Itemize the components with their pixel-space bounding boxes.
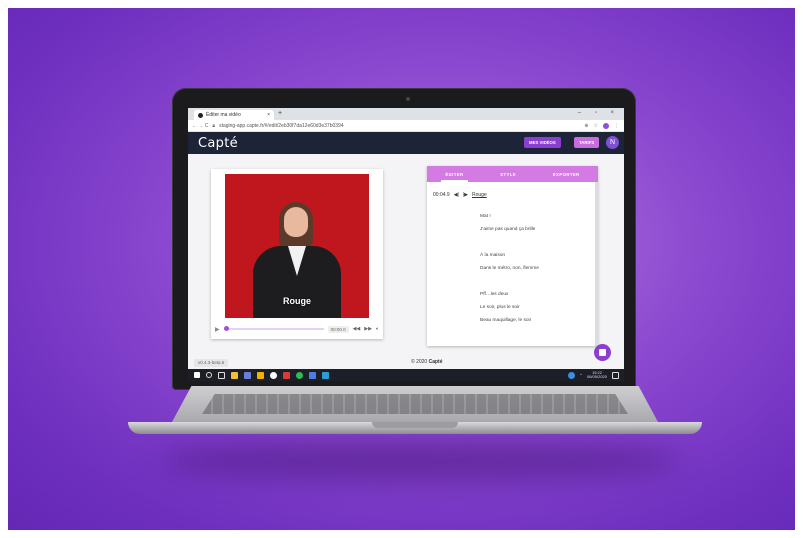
app-icon[interactable] [309, 371, 316, 379]
editor-scrollbar[interactable] [595, 182, 598, 346]
notifications-icon[interactable] [612, 371, 619, 379]
subtitle-line[interactable]: Dans le métro, non, flemme [480, 266, 539, 279]
new-tab-button[interactable]: + [278, 110, 282, 117]
search-icon[interactable] [206, 372, 212, 378]
volume-icon[interactable]: 🔈︎ [376, 326, 379, 332]
subtitle-line[interactable]: À la maison [480, 253, 539, 266]
star-icon[interactable]: ☆ [594, 123, 598, 129]
my-videos-button[interactable]: MES VIDÉOS [524, 137, 561, 148]
webcam [406, 97, 410, 101]
editor-tabs: ÉDITER STYLE EXPORTER [427, 166, 598, 182]
subtitle-line[interactable]: Le soir, plus le soir [480, 305, 539, 318]
app-logo[interactable]: Capté [198, 136, 238, 151]
video-frame[interactable]: Rouge [225, 174, 369, 318]
copyright: © 2020 Capté [411, 359, 443, 365]
current-time: 00:04.9 [433, 192, 450, 198]
subtitle-line[interactable]: Pff…les deux [480, 292, 539, 305]
laptop-notch [372, 422, 458, 428]
subtitle-line[interactable]: J'aime pas quand ça brille [480, 227, 539, 240]
laptop-shadow [160, 440, 680, 480]
tab-close-icon[interactable]: × [267, 112, 270, 118]
sticky-notes-icon[interactable] [257, 371, 264, 379]
subtitle-line[interactable] [480, 240, 539, 253]
clock-date: 06/05/2020 [586, 374, 607, 379]
favicon-icon [198, 112, 203, 118]
current-word[interactable]: Rouge [472, 192, 487, 198]
clock[interactable]: 15:22 06/05/2020 [587, 371, 607, 379]
tab-edit[interactable]: ÉDITER [441, 172, 468, 182]
subtitle-line[interactable] [480, 279, 539, 292]
person-face [284, 207, 308, 237]
prev-word-icon[interactable]: ◀| [454, 192, 459, 198]
extension-icon[interactable] [603, 122, 609, 129]
system-tray: ^ 15:22 06/05/2020 [568, 371, 624, 379]
nav-buttons[interactable]: ← → C [192, 123, 208, 129]
pricing-button[interactable]: TARIFS [574, 137, 600, 148]
url-field[interactable]: staging-app.capte.fr/#/edit/2eb30f7da12e… [219, 123, 344, 129]
menu-icon[interactable]: ⋮ [614, 123, 619, 129]
subtitle-editor: ÉDITER STYLE EXPORTER 00:04.9 ◀| |▶ Roug… [427, 166, 598, 346]
task-view-icon[interactable] [218, 371, 225, 379]
tab-export[interactable]: EXPORTER [553, 172, 580, 177]
version-badge: v0.4.3-beta.5 [194, 359, 229, 367]
subtitle-lines: Mat ! J'aime pas quand ça brille À la ma… [480, 214, 539, 331]
avatar[interactable]: N [606, 136, 619, 149]
progress-knob[interactable] [223, 326, 229, 331]
chat-button[interactable] [594, 344, 611, 361]
progress-track[interactable] [223, 326, 324, 331]
chat-icon [599, 349, 606, 356]
subtitle-line[interactable]: Mat ! [480, 214, 539, 227]
browser-tab[interactable]: Éditer ma vidéo × [194, 110, 274, 120]
play-icon[interactable]: ▶ [215, 326, 220, 333]
app-icon[interactable] [283, 371, 290, 379]
current-word-row: 00:04.9 ◀| |▶ Rouge [427, 182, 598, 198]
tray-app-icon[interactable] [568, 371, 576, 379]
address-bar: ← → C 🔒︎ staging-app.capte.fr/#/edit/2eb… [188, 120, 624, 132]
tab-style[interactable]: STYLE [500, 172, 516, 177]
video-player: Rouge ▶ 00:00.0 ◀◀ ▶▶ 🔈︎ [211, 169, 383, 339]
laptop-screen: Éditer ma vidéo × + – ▫ × ← → C 🔒︎ stagi… [188, 108, 624, 381]
app-header: Capté MES VIDÉOS TARIFS N [188, 132, 624, 154]
zoom-icon[interactable]: ⊕ [584, 123, 588, 129]
copyright-prefix: © 2020 [411, 359, 428, 365]
laptop-keyboard [202, 394, 628, 414]
video-subtitle: Rouge [283, 296, 311, 306]
app-icon[interactable] [244, 371, 251, 379]
tab-title: Éditer ma vidéo [206, 112, 241, 118]
time-display: 00:00.0 [327, 325, 349, 333]
forward-icon[interactable]: ▶▶ [364, 326, 372, 332]
app-icon[interactable] [322, 371, 329, 379]
rewind-icon[interactable]: ◀◀ [353, 326, 361, 332]
spotify-icon[interactable] [296, 371, 303, 379]
chrome-icon[interactable] [270, 371, 277, 379]
player-controls: ▶ 00:00.0 ◀◀ ▶▶ 🔈︎ [215, 323, 379, 335]
windows-start-icon[interactable] [194, 372, 200, 378]
copyright-brand: Capté [428, 359, 443, 365]
next-word-icon[interactable]: |▶ [463, 192, 468, 198]
file-explorer-icon[interactable] [231, 371, 238, 379]
laptop-base [128, 386, 702, 436]
browser-tabbar: Éditer ma vidéo × + – ▫ × [188, 108, 624, 120]
windows-taskbar: ^ 15:22 06/05/2020 [188, 369, 624, 381]
wifi-icon[interactable]: ^ [580, 373, 582, 377]
subtitle-line[interactable]: Beau maquillage, le soir [480, 318, 539, 331]
lock-icon: 🔒︎ [212, 122, 216, 129]
window-controls[interactable]: – ▫ × [578, 110, 620, 116]
